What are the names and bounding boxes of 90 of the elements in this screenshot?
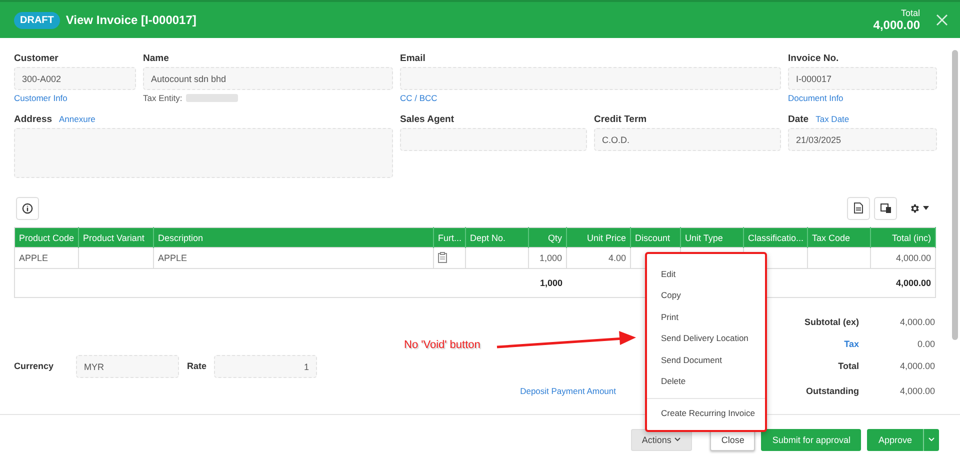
input-field[interactable]: C.O.D. [594, 128, 781, 151]
input-field[interactable] [400, 128, 587, 151]
input-field[interactable]: I-000017 [788, 67, 937, 90]
tax-link[interactable]: Tax [844, 339, 859, 349]
summary-value: 4,000.00 [900, 361, 935, 371]
column-header[interactable]: Unit Type [680, 228, 744, 248]
input-field[interactable] [400, 67, 781, 90]
caret-icon [674, 437, 682, 442]
total-amount: 4,000.00 [896, 278, 931, 288]
layout-button[interactable] [874, 196, 897, 220]
summary-label: Subtotal (ex) [804, 316, 859, 326]
field-value: 1 [304, 362, 309, 372]
table-cell: 4.00 [608, 253, 626, 263]
field-link[interactable]: Tax Date [816, 114, 850, 124]
field-label: Email [400, 53, 426, 64]
document-icon [853, 202, 864, 214]
field-label: Address [14, 114, 52, 125]
total-value: 4,000.00 [873, 18, 920, 32]
summary-value: 4,000.00 [900, 316, 935, 326]
export-button[interactable] [847, 196, 870, 220]
clipboard-icon[interactable] [438, 252, 447, 262]
column-header[interactable]: Product Variant [78, 228, 154, 248]
field-label: Customer [14, 53, 58, 64]
menu-item[interactable]: Delete [647, 370, 765, 392]
field-label: Invoice No. [788, 53, 839, 64]
table-cell: 1,000 [539, 253, 562, 263]
menu-item[interactable]: Print [647, 306, 765, 328]
column-header[interactable]: Qty [528, 228, 566, 248]
close-icon[interactable] [936, 14, 948, 26]
settings-icon [909, 202, 920, 214]
caret-icon [923, 206, 929, 210]
caret-icon [928, 437, 935, 442]
info-icon [22, 202, 33, 214]
currency-label: Currency [14, 360, 55, 371]
menu-item[interactable]: Send Delivery Location [647, 328, 765, 349]
field-value: 21/03/2025 [796, 134, 842, 144]
field-link[interactable]: Customer Info [14, 93, 68, 103]
rate-field[interactable]: 1 [214, 355, 317, 378]
approve-button[interactable]: Approve [867, 428, 923, 450]
summary-value: 4,000.00 [900, 386, 935, 396]
window-title: View Invoice [I-000017] [66, 13, 198, 27]
input-field[interactable]: Autocount sdn bhd [143, 67, 393, 90]
menu-item[interactable]: Send Document [647, 349, 765, 370]
info-button[interactable] [16, 196, 39, 220]
layout-icon [880, 202, 892, 214]
field-value: 300-A002 [22, 74, 62, 84]
field-label: Credit Term [594, 114, 647, 125]
currency-field[interactable]: MYR [76, 355, 179, 378]
field-link[interactable]: CC / BCC [400, 93, 438, 103]
column-header[interactable]: Unit Price [566, 228, 630, 248]
field-value: MYR [84, 362, 104, 372]
column-header[interactable]: Total (inc) [870, 228, 936, 248]
column-header[interactable]: Classificatio... [744, 228, 808, 248]
field-note: Tax Entity: [143, 93, 182, 103]
column-header[interactable]: Product Code [14, 228, 78, 248]
field-label: Name [143, 53, 169, 64]
field-label: Date [788, 114, 809, 125]
blurred-value [186, 94, 238, 102]
column-header[interactable]: Discount [630, 228, 680, 248]
table-cell: APPLE [19, 253, 48, 263]
status-badge: DRAFT [14, 12, 60, 28]
deposit-link[interactable]: Deposit Payment Amount [520, 386, 616, 396]
input-field[interactable] [14, 128, 393, 178]
column-header[interactable]: Tax Code [808, 228, 870, 248]
field-link[interactable]: Document Info [788, 93, 844, 103]
annotation-text: No 'Void' button [404, 339, 480, 351]
menu-item[interactable]: Create Recurring Invoice [647, 402, 765, 424]
submit-button[interactable]: Submit for approval [761, 428, 862, 450]
field-value: I-000017 [796, 74, 832, 84]
summary-label: Outstanding [806, 386, 859, 396]
column-header[interactable]: Dept No. [466, 228, 528, 248]
field-link[interactable]: Annexure [59, 114, 96, 124]
input-field[interactable]: 21/03/2025 [788, 128, 937, 151]
approve-options-button[interactable] [923, 428, 939, 450]
table-cell: 4,000.00 [896, 253, 931, 263]
menu-item[interactable]: Copy [647, 284, 765, 306]
summary-label: Total [838, 361, 859, 371]
field-label: Sales Agent [400, 114, 454, 125]
total-label: Total [900, 8, 920, 18]
summary-value: 0.00 [917, 339, 935, 349]
rate-label: Rate [186, 360, 208, 371]
menu-item[interactable]: Edit [647, 263, 765, 284]
scrollbar[interactable] [952, 50, 958, 340]
input-field[interactable]: 300-A002 [14, 67, 136, 90]
field-value: Autocount sdn bhd [151, 74, 226, 84]
total-quantity: 1,000 [540, 278, 562, 288]
column-header[interactable]: Description [154, 228, 434, 248]
field-value: C.O.D. [602, 134, 630, 144]
table-cell: APPLE [158, 253, 188, 263]
column-header[interactable]: Furt... [434, 228, 466, 248]
